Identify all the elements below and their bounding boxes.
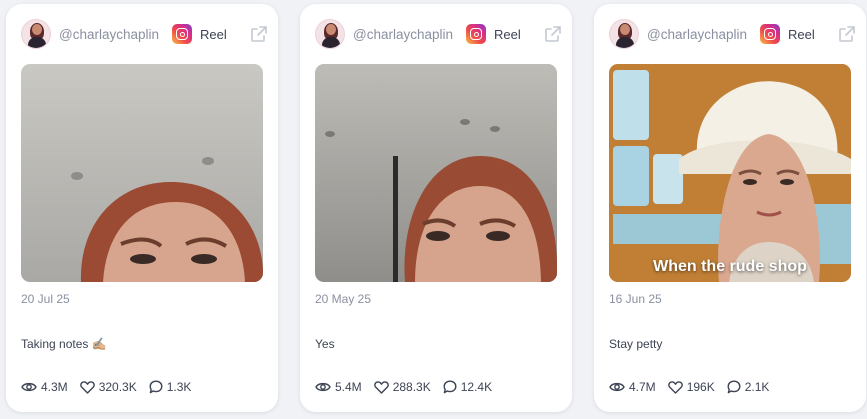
heart-icon <box>667 380 683 394</box>
post-date: 20 Jul 25 <box>21 292 70 306</box>
card-header: @charlaychaplin Reel <box>315 18 562 50</box>
card-header: @charlaychaplin Reel <box>21 18 268 50</box>
external-link-icon[interactable] <box>838 25 856 43</box>
avatar[interactable] <box>21 19 51 49</box>
post-thumbnail[interactable] <box>315 64 557 282</box>
views-count: 5.4M <box>335 380 362 394</box>
comments-stat: 2.1K <box>727 380 770 394</box>
instagram-icon <box>760 24 781 44</box>
creator-handle[interactable]: @charlaychaplin <box>353 27 453 42</box>
post-stats: 4.3M 320.3K 1.3K <box>21 380 203 394</box>
views-stat: 4.3M <box>21 380 68 394</box>
comment-icon <box>443 380 457 394</box>
external-link-icon[interactable] <box>250 25 268 43</box>
post-thumbnail[interactable] <box>21 64 263 282</box>
likes-stat: 196K <box>667 380 715 394</box>
likes-stat: 288.3K <box>373 380 431 394</box>
views-stat: 5.4M <box>315 380 362 394</box>
comment-icon <box>149 380 163 394</box>
comments-stat: 1.3K <box>149 380 192 394</box>
comments-count: 12.4K <box>460 380 493 394</box>
post-caption: Taking notes ✍🏼 <box>21 337 107 351</box>
post-type-label: Reel <box>788 26 815 42</box>
likes-count: 320.3K <box>98 380 137 394</box>
eye-icon <box>315 382 331 392</box>
views-count: 4.7M <box>629 380 656 394</box>
post-type-label: Reel <box>200 26 227 42</box>
creator-handle[interactable]: @charlaychaplin <box>59 27 159 42</box>
external-link-icon[interactable] <box>544 25 562 43</box>
avatar[interactable] <box>315 19 345 49</box>
post-type-label: Reel <box>494 26 521 42</box>
heart-icon <box>373 380 389 394</box>
post-date: 20 May 25 <box>315 292 372 306</box>
post-thumbnail[interactable]: When the rude shop <box>609 64 851 282</box>
comments-count: 1.3K <box>166 380 192 394</box>
comment-icon <box>727 380 741 394</box>
creator-handle[interactable]: @charlaychaplin <box>647 27 747 42</box>
likes-count: 288.3K <box>392 380 431 394</box>
likes-count: 196K <box>686 380 715 394</box>
views-count: 4.3M <box>41 380 68 394</box>
eye-icon <box>21 382 37 392</box>
views-stat: 4.7M <box>609 380 656 394</box>
instagram-icon <box>466 24 487 44</box>
eye-icon <box>609 382 625 392</box>
post-card[interactable]: @charlaychaplin Reel <box>300 4 572 412</box>
heart-icon <box>79 380 95 394</box>
post-date: 16 Jun 25 <box>609 292 662 306</box>
post-caption: Yes <box>315 337 335 351</box>
comments-stat: 12.4K <box>443 380 492 394</box>
comments-count: 2.1K <box>744 380 770 394</box>
post-card[interactable]: @charlaychaplin Reel <box>6 4 278 412</box>
likes-stat: 320.3K <box>79 380 137 394</box>
avatar[interactable] <box>609 19 639 49</box>
post-card[interactable]: @charlaychaplin Reel When the rude shop … <box>594 4 866 412</box>
instagram-icon <box>172 24 193 44</box>
card-header: @charlaychaplin Reel <box>609 18 856 50</box>
post-caption: Stay petty <box>609 337 663 351</box>
post-stats: 5.4M 288.3K 12.4K <box>315 380 504 394</box>
video-caption-overlay: When the rude shop <box>653 258 807 275</box>
post-stats: 4.7M 196K 2.1K <box>609 380 781 394</box>
